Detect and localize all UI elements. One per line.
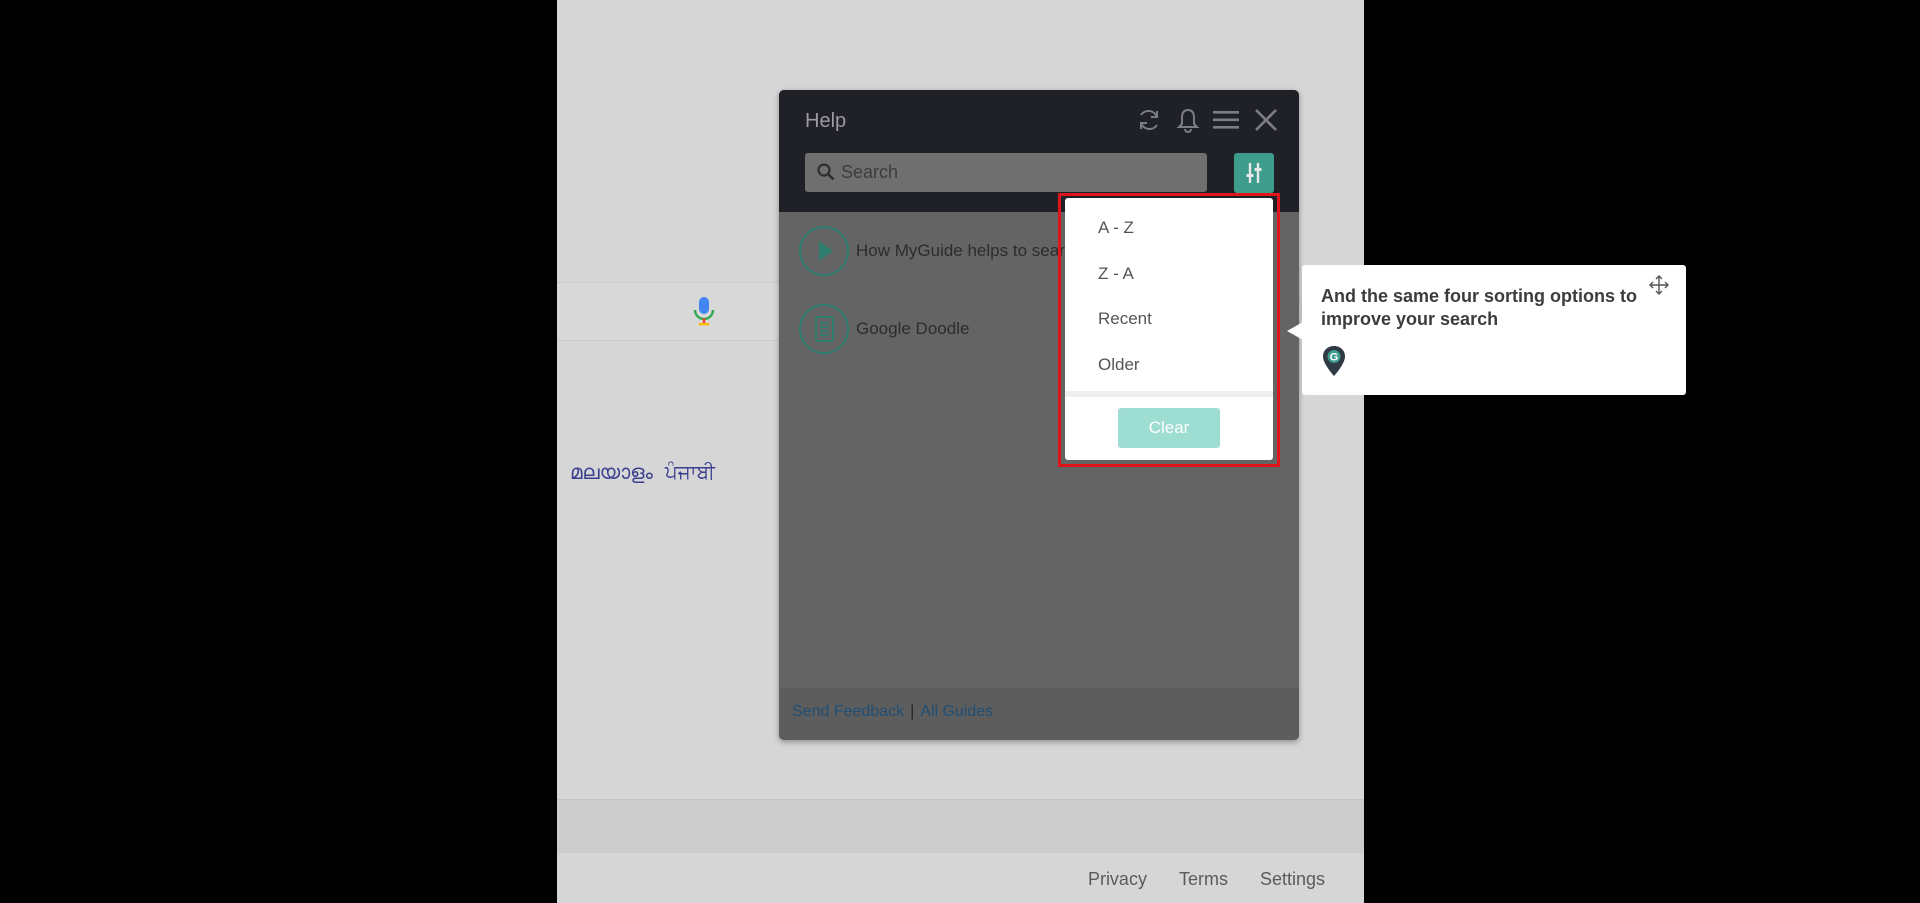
language-links: മലയാളം ਪੰਜਾਬੀ: [570, 462, 727, 485]
play-icon: [799, 226, 849, 276]
guide-item-label: How MyGuide helps to sear: [856, 241, 1065, 260]
bell-icon[interactable]: [1174, 106, 1202, 134]
search-icon: [817, 163, 835, 181]
sliders-icon: [1246, 163, 1262, 183]
document-icon: [799, 304, 849, 354]
refresh-icon[interactable]: [1135, 106, 1163, 134]
microphone-icon[interactable]: [692, 296, 716, 326]
privacy-link[interactable]: Privacy: [1088, 869, 1147, 889]
all-guides-link[interactable]: All Guides: [920, 703, 993, 720]
highlight-frame: [1058, 193, 1280, 467]
panel-title: Help: [805, 110, 847, 132]
settings-link[interactable]: Settings: [1260, 869, 1325, 889]
send-feedback-link[interactable]: Send Feedback: [792, 703, 904, 720]
help-panel-footer: Send Feedback | All Guides: [779, 688, 1299, 740]
close-icon[interactable]: [1252, 106, 1280, 134]
help-search-field[interactable]: [805, 153, 1207, 192]
link-separator: |: [910, 703, 915, 720]
tooltip-text: And the same four sorting options to imp…: [1321, 286, 1637, 329]
language-link-punjabi[interactable]: ਪੰਜਾਬੀ: [665, 462, 715, 484]
help-search-input[interactable]: [841, 153, 1201, 192]
menu-icon[interactable]: [1212, 106, 1240, 134]
footer-links: Privacy Terms Settings: [1056, 869, 1325, 890]
move-icon[interactable]: [1648, 274, 1670, 296]
svg-text:G: G: [1330, 352, 1339, 364]
map-pin-logo-icon: G: [1323, 346, 1345, 376]
guide-item-label: Google Doodle: [856, 319, 970, 338]
guide-tooltip: And the same four sorting options to imp…: [1302, 265, 1686, 395]
language-link-malayalam[interactable]: മലയാളം: [570, 462, 653, 484]
footer-country-bar: [557, 799, 1364, 855]
terms-link[interactable]: Terms: [1179, 869, 1228, 889]
footer-link-group: Send Feedback | All Guides: [792, 703, 993, 721]
tooltip-pointer: [1287, 322, 1303, 340]
sort-filter-button[interactable]: [1234, 153, 1274, 193]
